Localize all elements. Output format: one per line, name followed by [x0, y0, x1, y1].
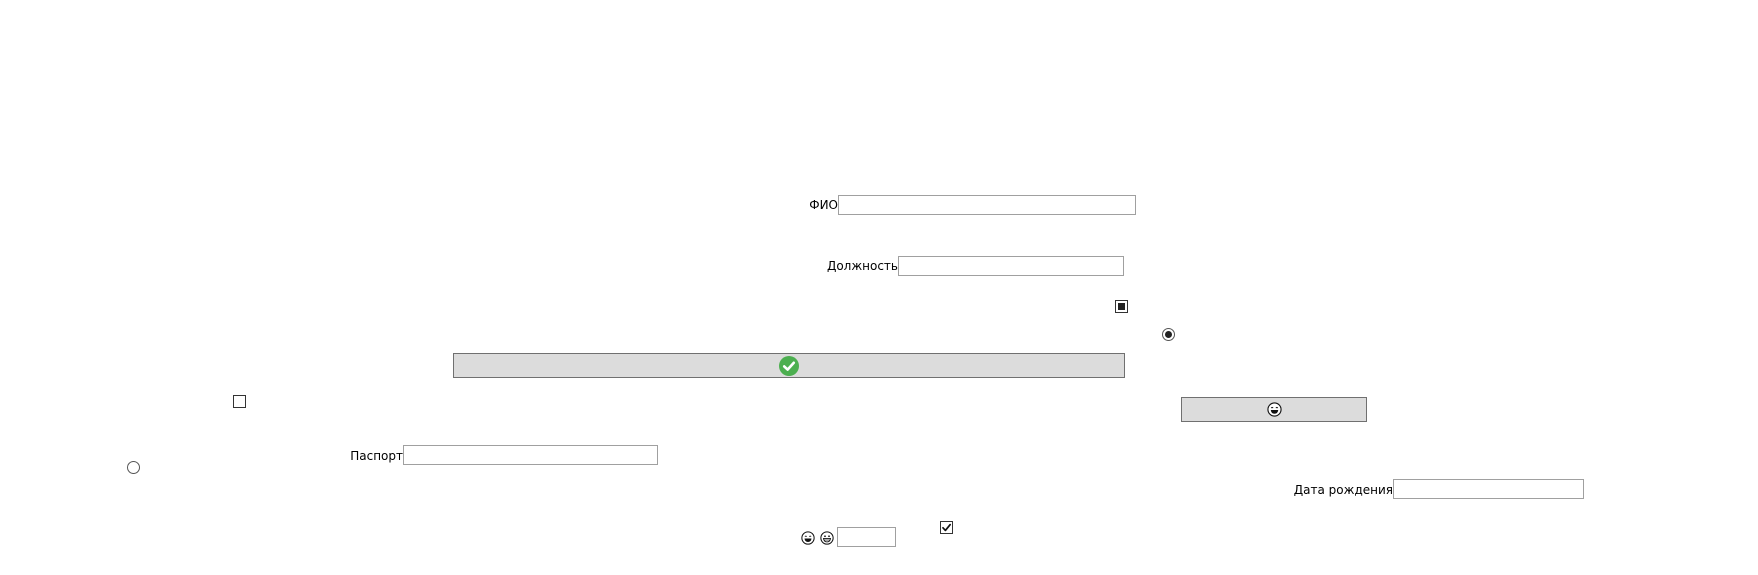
- checkbox-unchecked[interactable]: [233, 395, 246, 408]
- checkbox-fill: [1118, 303, 1125, 310]
- passport-input[interactable]: [403, 445, 658, 465]
- confirm-button[interactable]: [453, 353, 1125, 378]
- fio-input[interactable]: [838, 195, 1136, 215]
- radio-unselected[interactable]: [127, 461, 140, 474]
- check-icon: [942, 523, 952, 532]
- form-canvas: ФИО Должность Паспорт Дата рождения: [0, 0, 1758, 575]
- laughing-face-icon: [801, 531, 815, 545]
- checkbox-indeterminate[interactable]: [1115, 300, 1128, 313]
- birthdate-input[interactable]: [1393, 479, 1584, 499]
- check-circle-icon: [779, 355, 799, 376]
- laughing-face-icon: [1266, 402, 1282, 417]
- position-label: Должность: [826, 259, 898, 273]
- birthdate-label: Дата рождения: [1293, 483, 1393, 497]
- grinning-face-icon: [820, 531, 834, 545]
- radio-dot: [1165, 331, 1172, 338]
- passport-label: Паспорт: [350, 449, 403, 463]
- fio-label: ФИО: [809, 198, 838, 212]
- radio-selected[interactable]: [1162, 328, 1175, 341]
- small-input[interactable]: [837, 527, 896, 547]
- checkbox-checked[interactable]: [940, 521, 953, 534]
- position-input[interactable]: [898, 256, 1124, 276]
- emoji-button[interactable]: [1181, 397, 1367, 422]
